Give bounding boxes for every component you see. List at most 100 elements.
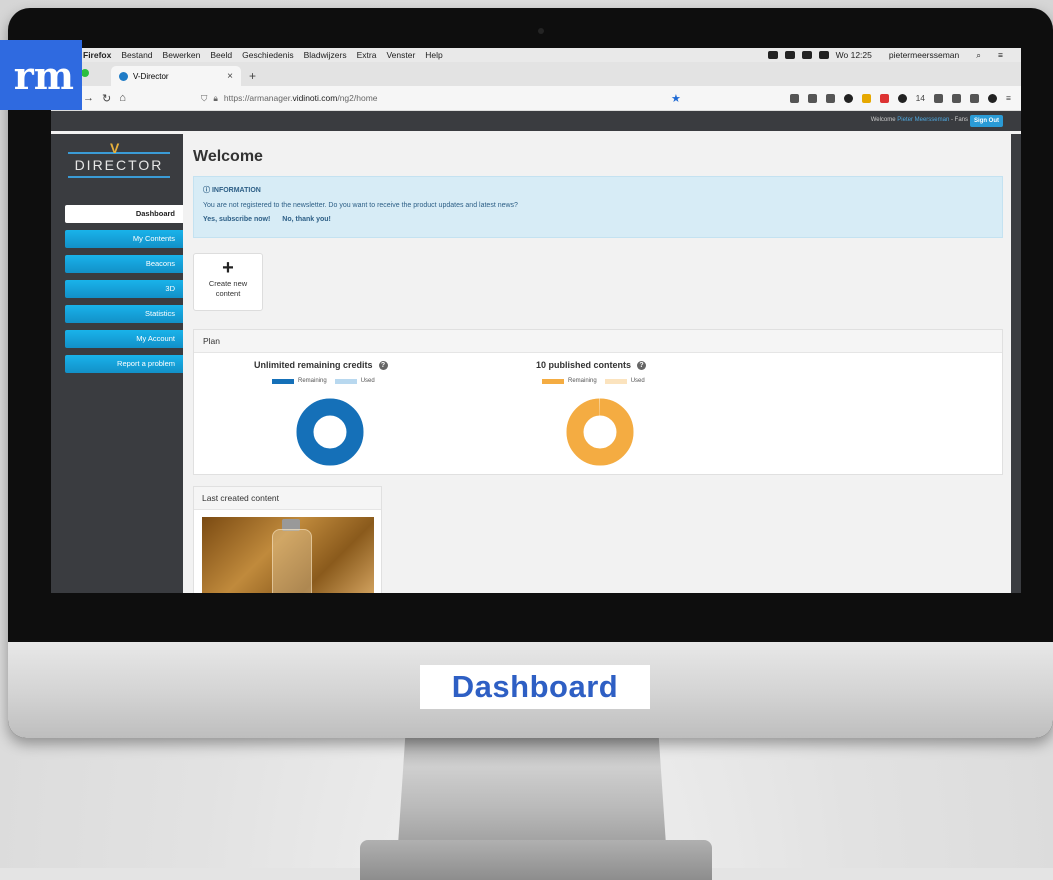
- published-title: 10 published contents?: [536, 360, 706, 371]
- sidebar-item-dashboard[interactable]: Dashboard: [65, 205, 183, 223]
- credits-legend: Remaining Used: [272, 378, 375, 384]
- url-bar[interactable]: ⛉ 🔒︎ https://armanager.vidinoti.com/ng2/…: [201, 93, 378, 104]
- sidebar-item-statistics[interactable]: Statistics: [65, 305, 183, 323]
- extension-icon[interactable]: [988, 93, 998, 103]
- sidebar-icon[interactable]: [825, 93, 835, 103]
- legend-swatch: [604, 378, 627, 384]
- display-icon[interactable]: [784, 51, 795, 59]
- hamburger-menu-icon[interactable]: ≡: [1006, 93, 1011, 103]
- home-icon[interactable]: ⌂: [119, 92, 126, 104]
- extensions-toolbar: 14 ≡: [789, 93, 1011, 103]
- menu-help[interactable]: Help: [425, 50, 442, 60]
- sidebar-menu: Dashboard My Contents Beacons 3D Statist…: [65, 205, 183, 380]
- wifi-icon[interactable]: [801, 51, 812, 59]
- new-tab-button[interactable]: +: [249, 66, 256, 86]
- forward-icon[interactable]: →: [83, 92, 94, 104]
- menu-beeld[interactable]: Beeld: [210, 50, 232, 60]
- clock[interactable]: Wo 12:25: [836, 50, 872, 60]
- newsletter-info-box: ⓘ INFORMATION You are not registered to …: [193, 176, 1003, 238]
- reload-icon[interactable]: ↻: [102, 92, 111, 105]
- extension-badge-count[interactable]: 14: [916, 93, 925, 103]
- volume-icon[interactable]: [818, 51, 829, 59]
- menu-bewerken[interactable]: Bewerken: [163, 50, 201, 60]
- subscribe-link[interactable]: Yes, subscribe now!: [203, 216, 270, 223]
- legend-remaining[interactable]: Remaining: [568, 378, 597, 384]
- tab-bar: V-Director × +: [51, 62, 1021, 86]
- barcode-icon[interactable]: [970, 93, 980, 103]
- menu-status-area: Wo 12:25 pietermeersseman ⌕ ≡: [767, 50, 1013, 61]
- tab-title: V-Director: [133, 71, 169, 81]
- content-thumbnail[interactable]: [202, 517, 374, 593]
- menu-venster[interactable]: Venster: [386, 50, 415, 60]
- menu-extra[interactable]: Extra: [357, 50, 377, 60]
- vdirector-favicon-icon: [119, 71, 128, 81]
- plus-icon: +: [222, 257, 234, 279]
- sidebar-item-3d[interactable]: 3D: [65, 280, 183, 298]
- lock-icon: 🔒︎: [213, 92, 218, 103]
- help-icon[interactable]: ?: [378, 361, 388, 371]
- tab-close-icon[interactable]: ×: [227, 71, 233, 82]
- user-link[interactable]: Pieter Meersseman: [897, 117, 949, 123]
- tab-v-director[interactable]: V-Director ×: [111, 66, 241, 86]
- menu-bladwijzers[interactable]: Bladwijzers: [304, 50, 347, 60]
- legend-swatch: [542, 378, 564, 384]
- legend-used[interactable]: Used: [361, 378, 375, 384]
- info-message: You are not registered to the newsletter…: [203, 202, 518, 209]
- sign-out-button[interactable]: Sign Out: [970, 115, 1003, 127]
- info-actions: Yes, subscribe now! No, thank you!: [203, 216, 993, 223]
- info-heading: ⓘ INFORMATION: [203, 187, 261, 194]
- published-gauge: 10 published contents? Remaining Used: [536, 360, 706, 470]
- published-donut-chart: [566, 398, 634, 466]
- last-created-panel: Last created content: [193, 486, 382, 593]
- create-label-line1: Create new: [208, 279, 248, 288]
- legend-remaining[interactable]: Remaining: [298, 378, 327, 384]
- vdirector-logo[interactable]: V DIRECTOR: [68, 140, 170, 180]
- brand-logo-overlay: rm: [0, 40, 82, 110]
- download-icon[interactable]: [807, 93, 817, 103]
- create-label-line2: content: [215, 289, 241, 298]
- spotlight-icon[interactable]: ⌕: [976, 50, 981, 61]
- mac-menu-bar: Firefox Bestand Bewerken Beeld Geschiede…: [51, 48, 1021, 62]
- list-icon[interactable]: ≡: [998, 50, 1003, 60]
- help-icon[interactable]: ?: [637, 361, 647, 371]
- shield-icon: ⛉: [201, 92, 208, 103]
- create-new-content-button[interactable]: + Create new content: [193, 253, 263, 311]
- sidebar: V DIRECTOR Dashboard My Contents Beacons…: [51, 134, 183, 593]
- bookmark-star-icon[interactable]: ★: [671, 92, 681, 105]
- legend-swatch: [272, 378, 294, 384]
- extension-icon[interactable]: [897, 93, 907, 103]
- credits-donut-chart: [296, 398, 364, 466]
- control-center-icon[interactable]: [767, 51, 778, 59]
- pocket-icon[interactable]: [789, 93, 799, 103]
- credits-title: Unlimited remaining credits?: [254, 360, 424, 371]
- donut-remaining-arc: [566, 398, 634, 466]
- monitor-stand-base: [360, 840, 712, 880]
- menu-firefox[interactable]: Firefox: [83, 50, 111, 60]
- donut-remaining-arc: [296, 398, 364, 466]
- user-name[interactable]: pietermeersseman: [889, 50, 959, 60]
- jar-shape: [272, 529, 312, 593]
- extension-icon[interactable]: [843, 93, 853, 103]
- extension-icon[interactable]: [952, 93, 962, 103]
- extension-icon[interactable]: [861, 93, 871, 103]
- credits-gauge: Unlimited remaining credits? Remaining U…: [254, 360, 424, 470]
- sidebar-item-my-contents[interactable]: My Contents: [65, 230, 183, 248]
- right-edge-bar: [1011, 134, 1021, 593]
- extension-icon[interactable]: [934, 93, 944, 103]
- menu-bestand[interactable]: Bestand: [121, 50, 152, 60]
- info-icon: ⓘ: [203, 187, 212, 194]
- sidebar-item-beacons[interactable]: Beacons: [65, 255, 183, 273]
- app-top-bar: Welcome Pieter Meersseman - Fans Sign Ou…: [51, 111, 1021, 131]
- sidebar-item-report-problem[interactable]: Report a problem: [65, 355, 183, 373]
- welcome-user: Welcome Pieter Meersseman - Fans: [870, 117, 968, 123]
- monitor-stand: [398, 725, 666, 845]
- plan-panel: Plan Unlimited remaining credits? Remain…: [193, 329, 1003, 475]
- extension-icon[interactable]: [879, 93, 889, 103]
- screen: Firefox Bestand Bewerken Beeld Geschiede…: [51, 48, 1021, 593]
- sidebar-item-my-account[interactable]: My Account: [65, 330, 183, 348]
- legend-used[interactable]: Used: [631, 378, 645, 384]
- decline-link[interactable]: No, thank you!: [282, 216, 331, 223]
- menu-geschiedenis[interactable]: Geschiedenis: [242, 50, 294, 60]
- window-zoom-button[interactable]: [81, 69, 89, 77]
- url-text: https://armanager.vidinoti.com/ng2/home: [223, 93, 378, 103]
